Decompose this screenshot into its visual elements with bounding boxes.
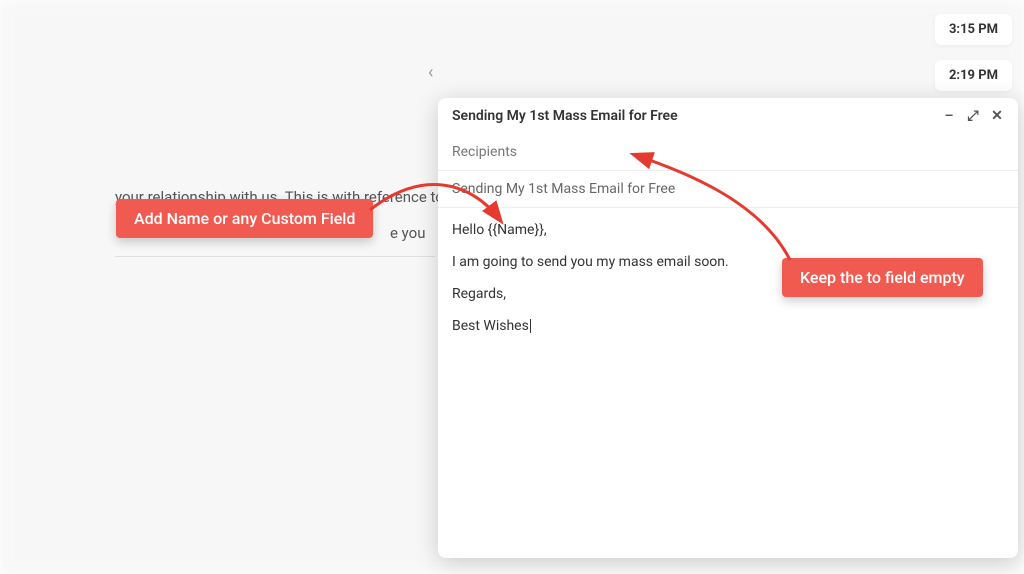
expand-icon[interactable]: ⤢: [966, 108, 980, 124]
subject-input[interactable]: Sending My 1st Mass Email for Free: [438, 171, 1018, 208]
background-text-line: e you: [390, 224, 426, 242]
close-icon[interactable]: ✕: [990, 108, 1004, 124]
compose-header: Sending My 1st Mass Email for Free – ⤢ ✕: [438, 98, 1018, 134]
back-icon[interactable]: ‹: [428, 62, 433, 83]
timestamp: 3:15 PM: [935, 14, 1012, 45]
callout-keep-empty: Keep the to field empty: [782, 258, 983, 297]
minimize-icon[interactable]: –: [942, 108, 956, 124]
compose-title: Sending My 1st Mass Email for Free: [452, 108, 932, 124]
body-signature: Best Wishes: [452, 318, 1004, 334]
body-greeting: Hello {{Name}},: [452, 222, 1004, 238]
callout-add-name: Add Name or any Custom Field: [116, 199, 373, 238]
timestamp: 2:19 PM: [935, 60, 1012, 91]
compose-window: Sending My 1st Mass Email for Free – ⤢ ✕…: [438, 98, 1018, 558]
recipients-input[interactable]: Recipients: [438, 134, 1018, 171]
background-separator: [115, 256, 435, 257]
